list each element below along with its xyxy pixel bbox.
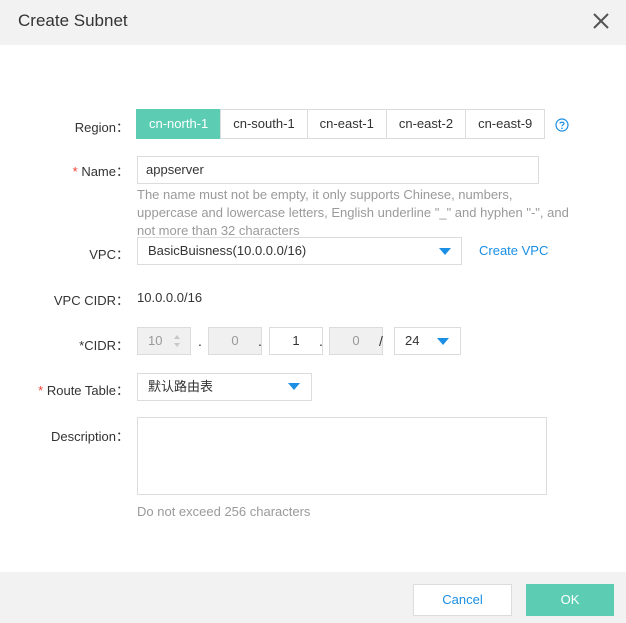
name-hint-line-3: not more than 32 characters <box>137 223 300 236</box>
route-table-label: * Route Table： <box>9 380 129 399</box>
vpc-cidr-label: VPC CIDR： <box>53 293 129 308</box>
chevron-down-icon[interactable] <box>439 248 451 255</box>
description-textarea[interactable] <box>137 417 547 495</box>
route-table-value: 默认路由表 <box>148 379 214 394</box>
help-icon[interactable] <box>555 118 569 132</box>
name-label: * Name： <box>9 161 129 180</box>
cidr-slash: / <box>379 333 383 349</box>
region-label: Region： <box>74 120 129 135</box>
route-table-label-text: Route Table： <box>43 383 129 398</box>
vpc-cidr-value: 10.0.0.0/16 <box>137 290 203 305</box>
cidr-octet-4: 0 <box>329 327 383 355</box>
region-option-cn-east-1[interactable]: cn-east-1 <box>306 109 387 139</box>
cidr-octet-1: 10 <box>137 327 191 355</box>
cidr-dot-2: . <box>258 333 262 349</box>
cidr-label: *CIDR： <box>79 338 129 353</box>
cancel-button[interactable]: Cancel <box>413 584 512 616</box>
vpc-label: VPC： <box>89 247 129 262</box>
cidr-dot-3: . <box>319 333 323 349</box>
name-label-text: Name： <box>77 164 129 179</box>
region-option-cn-south-1[interactable]: cn-south-1 <box>220 109 308 139</box>
name-hint-line-1: The name must not be empty, it only supp… <box>137 187 513 202</box>
chevron-down-icon[interactable] <box>437 338 449 345</box>
cidr-mask-value: 24 <box>405 333 420 348</box>
name-input[interactable]: appserver <box>137 156 539 184</box>
spinner-arrows-icon <box>174 335 180 347</box>
cidr-octet-2: 0 <box>208 327 262 355</box>
create-vpc-link[interactable]: Create VPC <box>479 243 548 258</box>
vpc-select-value: BasicBuisness(10.0.0.0/16) <box>148 243 307 258</box>
description-hint: Do not exceed 256 characters <box>137 504 311 519</box>
region-option-cn-north-1[interactable]: cn-north-1 <box>136 109 222 139</box>
name-hint-line-2: uppercase and lowercase letters, English… <box>137 205 569 220</box>
cidr-mask-select[interactable]: 24 <box>394 327 461 355</box>
dialog-title: Create Subnet <box>18 11 128 30</box>
region-selector: cn-north-1 cn-south-1 cn-east-1 cn-east-… <box>136 109 546 139</box>
region-option-cn-east-9[interactable]: cn-east-9 <box>465 109 546 139</box>
description-label: Description： <box>50 429 129 444</box>
ok-button[interactable]: OK <box>526 584 614 616</box>
cidr-dot-1: . <box>198 333 202 349</box>
region-option-cn-east-2[interactable]: cn-east-2 <box>385 109 467 139</box>
route-table-select[interactable]: 默认路由表 <box>137 373 312 401</box>
close-icon[interactable] <box>590 10 612 32</box>
chevron-down-icon[interactable] <box>288 383 300 390</box>
vpc-select[interactable]: BasicBuisness(10.0.0.0/16) <box>137 237 462 265</box>
cidr-octet-3[interactable]: 1 <box>269 327 323 355</box>
